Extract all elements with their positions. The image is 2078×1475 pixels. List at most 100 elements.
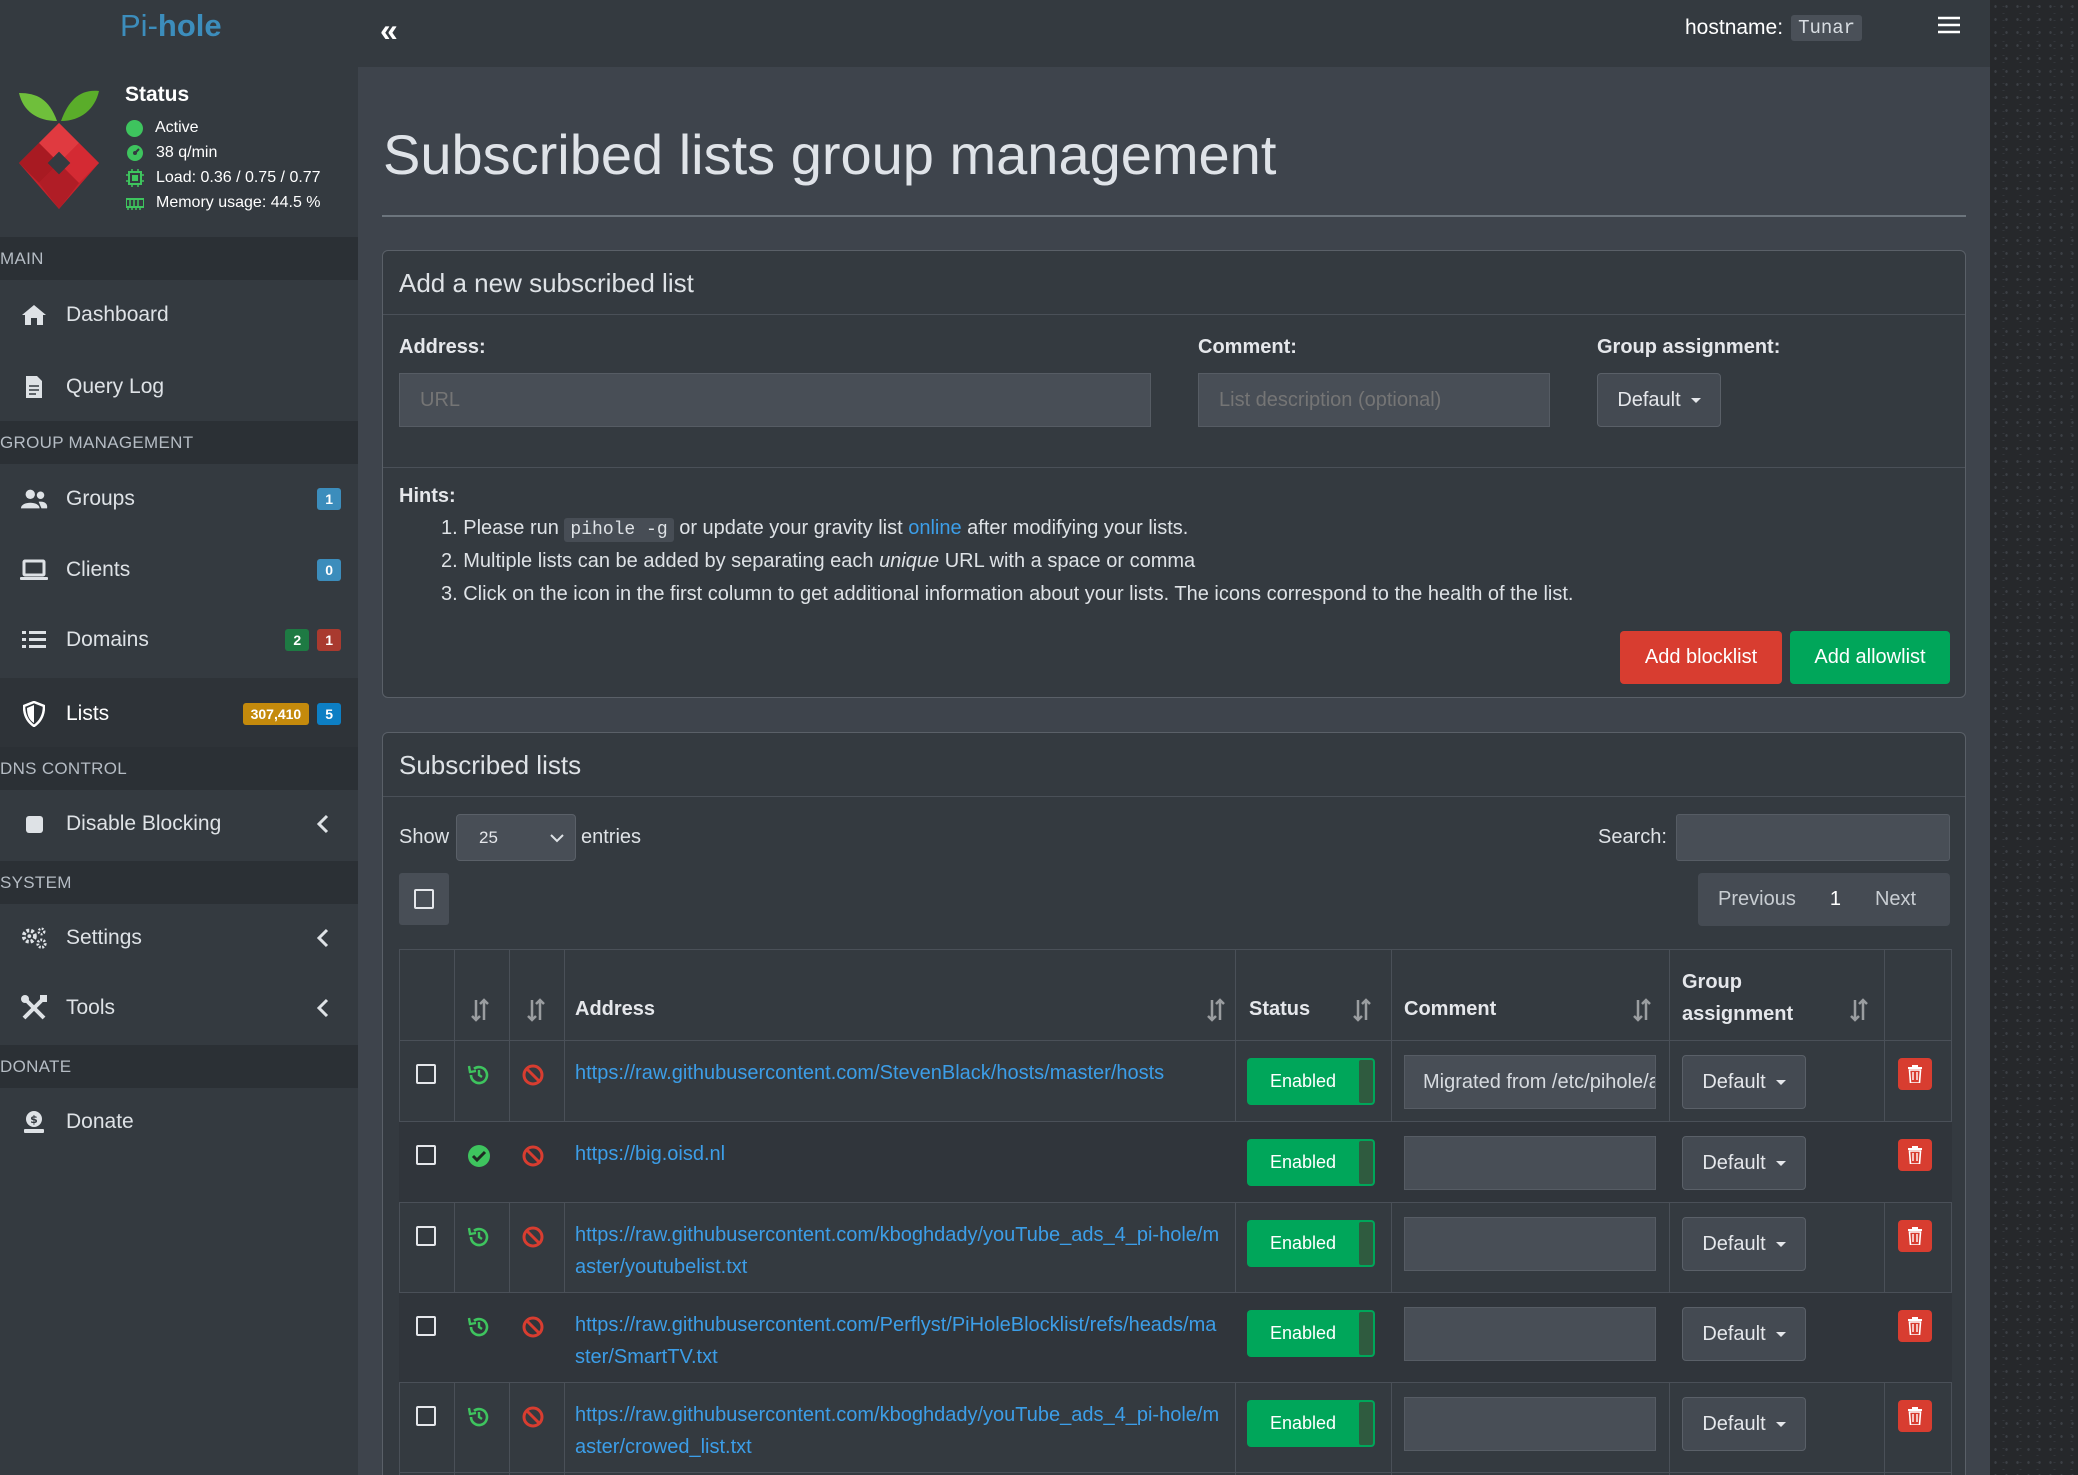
hint-text: 2. Multiple lists can be added by separa… xyxy=(441,550,874,572)
status-active: Active xyxy=(126,119,199,137)
brand-logo-text[interactable]: Pi-hole xyxy=(120,8,222,44)
comment-field[interactable] xyxy=(1404,1217,1656,1271)
sidebar-item-clients[interactable]: Clients 0 xyxy=(0,537,358,603)
status-toggle[interactable]: Enabled xyxy=(1247,1058,1375,1105)
delete-button[interactable] xyxy=(1898,1400,1932,1432)
pihole-logo-icon xyxy=(19,90,99,209)
row-checkbox[interactable] xyxy=(416,1226,436,1246)
sort-icon[interactable] xyxy=(1207,998,1225,1022)
list-icon xyxy=(22,631,46,648)
clients-count-badge: 0 xyxy=(317,559,341,581)
list-address-link[interactable]: https://raw.githubusercontent.com/kboghd… xyxy=(575,1399,1225,1463)
cpu-icon xyxy=(126,169,144,187)
entries-label: entries xyxy=(581,826,642,848)
chevron-left-icon xyxy=(316,814,329,834)
donate-coin-icon: $ xyxy=(24,1111,44,1133)
address-input[interactable] xyxy=(399,373,1151,427)
delete-button[interactable] xyxy=(1898,1058,1932,1090)
row-checkbox[interactable] xyxy=(416,1406,436,1426)
row-checkbox[interactable] xyxy=(416,1145,436,1165)
column-group-assignment[interactable]: Group assignment xyxy=(1682,966,1793,1030)
menu-hamburger-icon[interactable] xyxy=(1938,16,1960,34)
history-icon[interactable] xyxy=(467,1063,491,1087)
status-memory: Memory usage: 44.5 % xyxy=(126,194,321,212)
history-icon[interactable] xyxy=(467,1315,491,1339)
list-address-link[interactable]: https://big.oisd.nl xyxy=(575,1138,1225,1170)
row-group-dropdown[interactable]: Default xyxy=(1682,1397,1806,1451)
sidebar-item-dashboard[interactable]: Dashboard xyxy=(0,282,358,348)
sidebar-item-disable-blocking[interactable]: Disable Blocking xyxy=(0,791,358,857)
status-toggle[interactable]: Enabled xyxy=(1247,1310,1375,1357)
column-group-line2: assignment xyxy=(1682,1003,1794,1025)
hint-text: or update your gravity list xyxy=(679,517,903,539)
ban-icon[interactable] xyxy=(521,1225,545,1249)
add-list-box-title: Add a new subscribed list xyxy=(383,251,1965,315)
sidebar-item-querylog[interactable]: Query Log xyxy=(0,354,358,420)
toggle-knob xyxy=(1359,1402,1373,1445)
comment-field[interactable] xyxy=(1404,1136,1656,1190)
column-address[interactable]: Address xyxy=(575,998,655,1021)
sort-icon[interactable] xyxy=(527,998,545,1022)
row-group-value: Default xyxy=(1702,1070,1766,1093)
add-allowlist-button[interactable]: Add allowlist xyxy=(1790,631,1950,684)
delete-button[interactable] xyxy=(1898,1139,1932,1171)
add-blocklist-button[interactable]: Add blocklist xyxy=(1620,631,1782,684)
tools-icon xyxy=(21,995,47,1020)
column-status[interactable]: Status xyxy=(1249,998,1310,1021)
delete-button[interactable] xyxy=(1898,1220,1932,1252)
comment-field[interactable]: Migrated from /etc/pihole/adlists.list xyxy=(1404,1055,1656,1109)
pagination-page-1[interactable]: 1 xyxy=(1830,888,1841,911)
online-gravity-link[interactable]: online xyxy=(908,517,961,539)
list-address-link[interactable]: https://raw.githubusercontent.com/Perfly… xyxy=(575,1309,1225,1373)
sidebar-item-label: Tools xyxy=(66,996,116,1019)
sort-icon[interactable] xyxy=(1850,998,1868,1022)
pagination-next[interactable]: Next xyxy=(1875,888,1916,911)
trash-icon xyxy=(1908,1407,1922,1425)
trash-icon xyxy=(1908,1317,1922,1335)
history-icon[interactable] xyxy=(467,1225,491,1249)
list-address-link[interactable]: https://raw.githubusercontent.com/kboghd… xyxy=(575,1219,1225,1283)
ban-icon[interactable] xyxy=(521,1063,545,1087)
row-group-dropdown[interactable]: Default xyxy=(1682,1307,1806,1361)
sidebar-item-domains[interactable]: Domains 21 xyxy=(0,607,358,673)
table-row: https://raw.githubusercontent.com/Steven… xyxy=(399,1041,1952,1122)
search-input[interactable] xyxy=(1676,814,1950,861)
sort-icon[interactable] xyxy=(1353,998,1371,1022)
sidebar-item-groups[interactable]: Groups 1 xyxy=(0,466,358,532)
trash-icon xyxy=(1908,1146,1922,1164)
row-group-dropdown[interactable]: Default xyxy=(1682,1136,1806,1190)
row-group-dropdown[interactable]: Default xyxy=(1682,1217,1806,1271)
sidebar-item-settings[interactable]: Settings xyxy=(0,905,358,971)
comment-field[interactable] xyxy=(1404,1307,1656,1361)
status-toggle-label: Enabled xyxy=(1269,1152,1337,1172)
list-address-link[interactable]: https://raw.githubusercontent.com/Steven… xyxy=(575,1057,1225,1089)
row-checkbox[interactable] xyxy=(416,1316,436,1336)
delete-button[interactable] xyxy=(1898,1310,1932,1342)
row-checkbox[interactable] xyxy=(416,1064,436,1084)
check-circle-icon[interactable] xyxy=(467,1144,491,1168)
column-comment[interactable]: Comment xyxy=(1404,998,1496,1021)
group-assignment-dropdown[interactable]: Default xyxy=(1597,373,1721,427)
hostname-display: hostname: Tunar xyxy=(1685,15,1863,41)
status-toggle[interactable]: Enabled xyxy=(1247,1220,1375,1267)
ban-icon[interactable] xyxy=(521,1405,545,1429)
entries-per-page-value: 25 xyxy=(479,827,498,847)
sort-icon[interactable] xyxy=(471,998,489,1022)
ban-icon[interactable] xyxy=(521,1144,545,1168)
comment-field[interactable] xyxy=(1404,1397,1656,1451)
row-group-dropdown[interactable]: Default xyxy=(1682,1055,1806,1109)
sidebar-item-donate[interactable]: $ Donate xyxy=(0,1089,358,1155)
select-all-button[interactable] xyxy=(399,873,449,925)
sidebar-collapse-button[interactable]: « xyxy=(380,12,398,49)
history-icon[interactable] xyxy=(467,1405,491,1429)
sidebar-item-lists[interactable]: Lists 307,410 5 xyxy=(0,678,358,750)
table-row: https://raw.githubusercontent.com/kboghd… xyxy=(399,1383,1952,1473)
comment-input[interactable] xyxy=(1198,373,1550,427)
sort-icon[interactable] xyxy=(1633,998,1651,1022)
status-toggle[interactable]: Enabled xyxy=(1247,1139,1375,1186)
ban-icon[interactable] xyxy=(521,1315,545,1339)
pagination-previous[interactable]: Previous xyxy=(1718,888,1796,911)
status-toggle[interactable]: Enabled xyxy=(1247,1400,1375,1447)
entries-per-page-select[interactable]: 25 xyxy=(456,814,576,861)
sidebar-item-tools[interactable]: Tools xyxy=(0,975,358,1041)
